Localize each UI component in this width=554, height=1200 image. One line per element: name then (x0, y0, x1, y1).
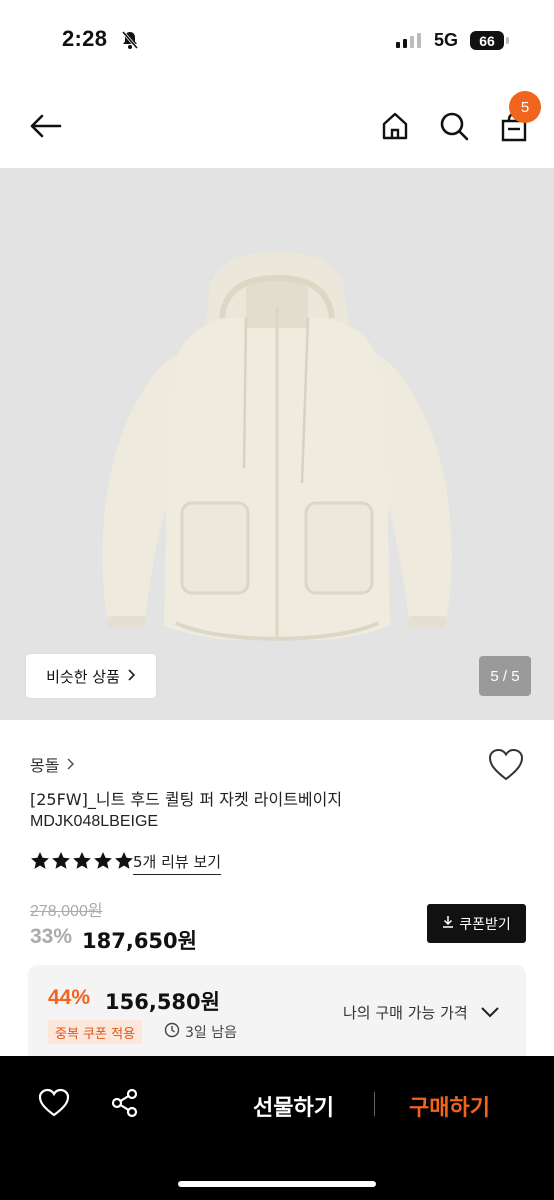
cart-count-badge: 5 (509, 91, 541, 123)
battery-icon: 66 (470, 31, 504, 50)
time-left-label: 3일 남음 (185, 1025, 237, 1041)
wishlist-heart-icon[interactable] (38, 1088, 70, 1122)
coupon-discount-rate: 44% (48, 986, 91, 1009)
image-counter: 5 / 5 (479, 656, 531, 696)
coupon-price: 156,580원 (105, 990, 220, 1014)
home-icon[interactable] (378, 108, 412, 144)
product-title: [25FW]_니트 후드 퀼팅 퍼 자켓 라이트베이지 (30, 790, 343, 809)
chevron-right-icon (128, 667, 136, 685)
time-left: 3일 남음 (164, 1020, 237, 1044)
signal-icon (396, 33, 421, 48)
back-arrow-icon[interactable] (26, 108, 64, 144)
original-price: 278,000원 (30, 903, 103, 920)
star-icon (114, 851, 134, 875)
wishlist-heart-icon[interactable] (488, 748, 524, 786)
divider (374, 1092, 375, 1116)
clock-icon (164, 1022, 180, 1042)
brand-name: 몽돌 (30, 756, 60, 775)
network-label: 5G (434, 30, 459, 50)
battery-tip (506, 37, 509, 44)
gift-button[interactable]: 선물하기 (253, 1090, 334, 1122)
similar-products-label: 비슷한 상품 (46, 667, 120, 686)
sale-price: 187,650원 (82, 929, 197, 953)
silent-bell-icon (120, 30, 140, 54)
buy-button[interactable]: 구매하기 (409, 1090, 490, 1122)
status-time: 2:28 (62, 26, 108, 51)
review-link[interactable]: 5개 리뷰 보기 (133, 851, 222, 875)
similar-products-button[interactable]: 비슷한 상품 (26, 654, 156, 698)
coupon-download-button[interactable]: 쿠폰받기 (427, 904, 526, 943)
star-icon (51, 851, 71, 875)
star-icon (30, 851, 50, 875)
product-image[interactable] (0, 168, 554, 720)
search-icon[interactable] (436, 108, 472, 144)
star-icon (72, 851, 92, 875)
my-price-label: 나의 구매 가능 가격 (343, 1004, 468, 1022)
download-icon (442, 915, 454, 932)
discount-rate: 33% (30, 925, 73, 948)
bottom-action-bar (0, 1056, 554, 1200)
chevron-down-icon (480, 1004, 500, 1022)
rating-stars (30, 851, 134, 875)
home-indicator (178, 1181, 376, 1187)
coupon-tag: 중복 쿠폰 적용 (48, 1020, 143, 1044)
jacket-illustration (102, 252, 452, 641)
share-icon[interactable] (110, 1088, 140, 1122)
star-icon (93, 851, 113, 875)
my-price-toggle[interactable]: 나의 구매 가능 가격 (343, 1002, 500, 1023)
product-code: MDJK048LBEIGE (30, 813, 159, 830)
brand-link[interactable]: 몽돌 (30, 752, 75, 776)
chevron-right-icon (67, 755, 75, 774)
coupon-button-label: 쿠폰받기 (459, 916, 511, 933)
